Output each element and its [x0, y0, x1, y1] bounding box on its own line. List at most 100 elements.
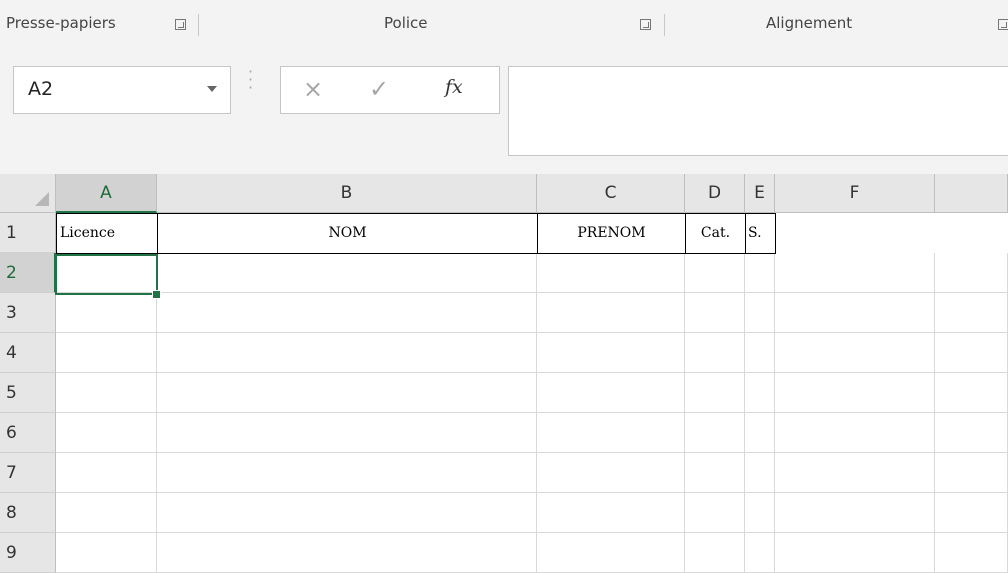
cell-a9[interactable] — [56, 533, 157, 573]
cell-d5[interactable] — [685, 373, 745, 413]
cell-a4[interactable] — [56, 333, 157, 373]
cell-c1[interactable]: PRENOM — [537, 213, 686, 254]
ribbon-group-separator — [664, 14, 665, 36]
column-header-a[interactable]: A — [56, 174, 157, 213]
row-header-2[interactable]: 2 — [0, 253, 56, 293]
cell-b6[interactable] — [157, 413, 537, 453]
cell-c4[interactable] — [537, 333, 685, 373]
cell-d9[interactable] — [685, 533, 745, 573]
cell-e5[interactable] — [745, 373, 775, 413]
row-header-7[interactable]: 7 — [0, 453, 56, 493]
row-header-6[interactable]: 6 — [0, 413, 56, 453]
select-all-icon — [35, 192, 49, 206]
ribbon-group-alignment-label: Alignement — [766, 14, 853, 32]
row-header-5[interactable]: 5 — [0, 373, 56, 413]
cell-a1[interactable]: Licence — [56, 213, 158, 254]
cell-a6[interactable] — [56, 413, 157, 453]
cell-a5[interactable] — [56, 373, 157, 413]
ribbon-group-separator — [198, 14, 199, 36]
formula-input[interactable] — [508, 66, 1008, 156]
cell-b4[interactable] — [157, 333, 537, 373]
cell-c9[interactable] — [537, 533, 685, 573]
ribbon-group-clipboard-label: Presse-papiers — [6, 14, 116, 32]
cell-g9[interactable] — [935, 533, 1008, 573]
cell-e7[interactable] — [745, 453, 775, 493]
row-header-3[interactable]: 3 — [0, 293, 56, 333]
cell-g3[interactable] — [935, 293, 1008, 333]
cell-b1[interactable]: NOM — [157, 213, 538, 254]
cell-g7[interactable] — [935, 453, 1008, 493]
cell-f2[interactable] — [775, 253, 935, 293]
worksheet-grid: A B C D E F G 1 2 3 4 5 6 7 8 9 Licence … — [0, 174, 1008, 573]
cell-g4[interactable] — [935, 333, 1008, 373]
cell-b8[interactable] — [157, 493, 537, 533]
cell-g5[interactable] — [935, 373, 1008, 413]
cell-a3[interactable] — [56, 293, 157, 333]
cell-f3[interactable] — [775, 293, 935, 333]
cell-a8[interactable] — [56, 493, 157, 533]
column-header-f[interactable]: F — [775, 174, 935, 213]
cell-e6[interactable] — [745, 413, 775, 453]
row-header-4[interactable]: 4 — [0, 333, 56, 373]
ribbon-group-font-label: Police — [384, 14, 428, 32]
alignment-dialog-launcher-icon[interactable] — [998, 19, 1008, 30]
name-box[interactable]: A2 — [13, 66, 231, 114]
cell-c3[interactable] — [537, 293, 685, 333]
cell-d6[interactable] — [685, 413, 745, 453]
row-header-8[interactable]: 8 — [0, 493, 56, 533]
column-header-e[interactable]: E — [745, 174, 775, 213]
cell-c8[interactable] — [537, 493, 685, 533]
font-dialog-launcher-icon[interactable] — [640, 19, 651, 30]
enter-icon[interactable]: ✓ — [369, 75, 389, 103]
cell-f8[interactable] — [775, 493, 935, 533]
cell-b3[interactable] — [157, 293, 537, 333]
column-header-g[interactable]: G — [935, 174, 1008, 213]
cell-g8[interactable] — [935, 493, 1008, 533]
cell-b5[interactable] — [157, 373, 537, 413]
cell-f5[interactable] — [775, 373, 935, 413]
cell-g2[interactable] — [935, 253, 1008, 293]
cell-c6[interactable] — [537, 413, 685, 453]
formula-bar: A2 · · · × ✓ fx — [0, 40, 1008, 174]
cell-c5[interactable] — [537, 373, 685, 413]
select-all-button[interactable] — [0, 174, 56, 213]
cell-b2[interactable] — [157, 253, 537, 293]
formula-bar-resize-handle-icon[interactable]: · · · — [248, 64, 253, 96]
cell-d2[interactable] — [685, 253, 745, 293]
ribbon-group-labels: Presse-papiers Police Alignement — [0, 0, 1008, 40]
cell-e3[interactable] — [745, 293, 775, 333]
cell-d7[interactable] — [685, 453, 745, 493]
cell-c7[interactable] — [537, 453, 685, 493]
cell-d3[interactable] — [685, 293, 745, 333]
cell-f4[interactable] — [775, 333, 935, 373]
cell-b7[interactable] — [157, 453, 537, 493]
insert-function-icon[interactable]: fx — [445, 76, 463, 98]
row-header-1[interactable]: 1 — [0, 213, 56, 253]
name-box-value: A2 — [28, 78, 54, 100]
cell-d4[interactable] — [685, 333, 745, 373]
column-header-c[interactable]: C — [537, 174, 685, 213]
cell-c2[interactable] — [537, 253, 685, 293]
column-header-b[interactable]: B — [157, 174, 537, 213]
cell-a7[interactable] — [56, 453, 157, 493]
column-header-d[interactable]: D — [685, 174, 745, 213]
cell-b9[interactable] — [157, 533, 537, 573]
cell-e8[interactable] — [745, 493, 775, 533]
cell-f9[interactable] — [775, 533, 935, 573]
cell-d8[interactable] — [685, 493, 745, 533]
cell-g6[interactable] — [935, 413, 1008, 453]
cell-e2[interactable] — [745, 253, 775, 293]
cell-a2[interactable] — [56, 253, 157, 293]
formula-bar-buttons: × ✓ fx — [280, 66, 500, 114]
row-header-9[interactable]: 9 — [0, 533, 56, 573]
cell-e1[interactable]: S. — [745, 213, 776, 254]
cell-d1[interactable]: Cat. — [685, 213, 746, 254]
cell-f7[interactable] — [775, 453, 935, 493]
cell-e9[interactable] — [745, 533, 775, 573]
name-box-dropdown-icon[interactable] — [207, 86, 217, 92]
cell-f6[interactable] — [775, 413, 935, 453]
clipboard-dialog-launcher-icon[interactable] — [175, 19, 186, 30]
cancel-icon[interactable]: × — [303, 75, 323, 103]
cell-e4[interactable] — [745, 333, 775, 373]
fill-handle[interactable] — [152, 290, 161, 299]
